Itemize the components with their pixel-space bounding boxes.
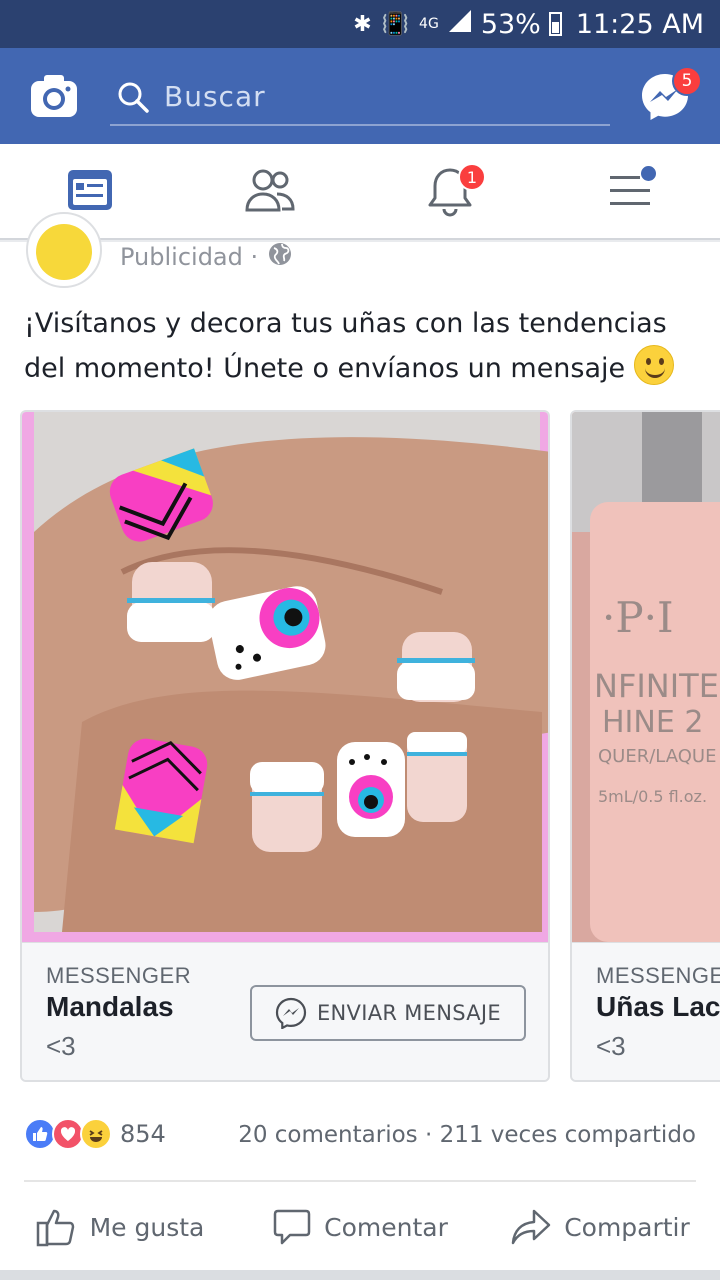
clock: 11:25 AM (575, 8, 704, 40)
carousel-card-next[interactable]: ·P·I NFINITE HINE 2 QUER/LAQUE 5mL/0.5 f… (570, 410, 720, 1082)
card-kicker-next: MESSENGER (596, 963, 720, 988)
battery-percent: 53% (480, 8, 541, 40)
status-bar: ✱ 📳 4G 53% 11:25 AM (0, 0, 720, 48)
svg-text:QUER/LAQUE: QUER/LAQUE (598, 746, 716, 767)
post-message: ¡Visítanos y decora tus uñas con las ten… (24, 302, 696, 390)
menu-indicator-dot (641, 166, 656, 181)
share-icon (511, 1209, 551, 1245)
tab-friends[interactable] (240, 166, 300, 220)
sponsored-text: Publicidad · (120, 243, 259, 271)
friends-icon (245, 169, 295, 212)
vibrate-icon: 📳 (381, 11, 410, 37)
svg-text:5mL/0.5 fl.oz.: 5mL/0.5 fl.oz. (598, 787, 707, 806)
post-stats[interactable]: 20 comentarios · 211 veces compartido (238, 1122, 696, 1148)
carousel-card[interactable]: MESSENGER Mandalas <3 ENVIAR MENSAJE (20, 410, 550, 1082)
thumbs-up-icon (36, 1209, 74, 1247)
globe-icon (268, 242, 292, 272)
comment-button[interactable]: Comentar (240, 1192, 480, 1262)
search-bar[interactable]: Buscar (110, 70, 610, 126)
feed-separator (0, 1270, 720, 1280)
comment-label: Comentar (324, 1212, 448, 1242)
comment-icon (273, 1209, 311, 1245)
search-icon (116, 80, 150, 118)
card-title-next: Uñas Lac (596, 991, 720, 1022)
page-avatar[interactable] (26, 212, 102, 288)
top-header: Buscar (0, 48, 720, 144)
battery-icon (548, 12, 562, 36)
camera-icon[interactable] (30, 72, 78, 120)
card-info-next: MESSENGER Uñas Lac <3 (572, 942, 720, 1080)
network-type: 4G (419, 16, 439, 32)
sponsored-label: Publicidad · (120, 242, 292, 272)
card-subtitle-next: <3 (596, 1031, 626, 1061)
card-title: Mandalas (46, 991, 174, 1022)
share-button[interactable]: Compartir (480, 1192, 720, 1262)
card-info: MESSENGER Mandalas <3 ENVIAR MENSAJE (22, 942, 548, 1080)
post-actions: Me gusta Comentar Compartir (0, 1192, 720, 1262)
reaction-count: 854 (120, 1120, 166, 1148)
like-button[interactable]: Me gusta (0, 1192, 240, 1262)
send-message-label: ENVIAR MENSAJE (316, 1001, 501, 1025)
haha-reaction-icon (80, 1118, 112, 1150)
signal-icon (448, 10, 471, 38)
smiley-emoji-icon (633, 345, 674, 385)
like-label: Me gusta (89, 1212, 205, 1242)
sponsored-post: Publicidad · ¡Visítanos y decora tus uña… (0, 212, 720, 1270)
nail-polish-image: ·P·I NFINITE HINE 2 QUER/LAQUE 5mL/0.5 f… (572, 412, 720, 942)
card-subtitle: <3 (46, 1031, 76, 1061)
search-placeholder: Buscar (164, 80, 266, 113)
card-kicker: MESSENGER (46, 963, 192, 988)
messenger-badge: 5 (672, 66, 702, 96)
send-message-button[interactable]: ENVIAR MENSAJE (250, 985, 526, 1041)
svg-text:HINE 2: HINE 2 (602, 705, 703, 740)
svg-text:·P·I: ·P·I (602, 593, 674, 642)
news-feed-icon (68, 170, 112, 210)
nail-art-image (22, 412, 548, 942)
reactions-summary[interactable]: 854 (24, 1118, 166, 1150)
notifications-badge: 1 (458, 163, 486, 191)
share-label: Compartir (564, 1212, 690, 1242)
post-message-text: ¡Visítanos y decora tus uñas con las ten… (24, 308, 667, 384)
svg-text:NFINITE: NFINITE (594, 667, 719, 705)
messenger-icon (275, 997, 307, 1029)
bluetooth-icon: ✱ (353, 11, 372, 37)
divider (24, 1180, 696, 1182)
tab-bar (0, 144, 720, 240)
